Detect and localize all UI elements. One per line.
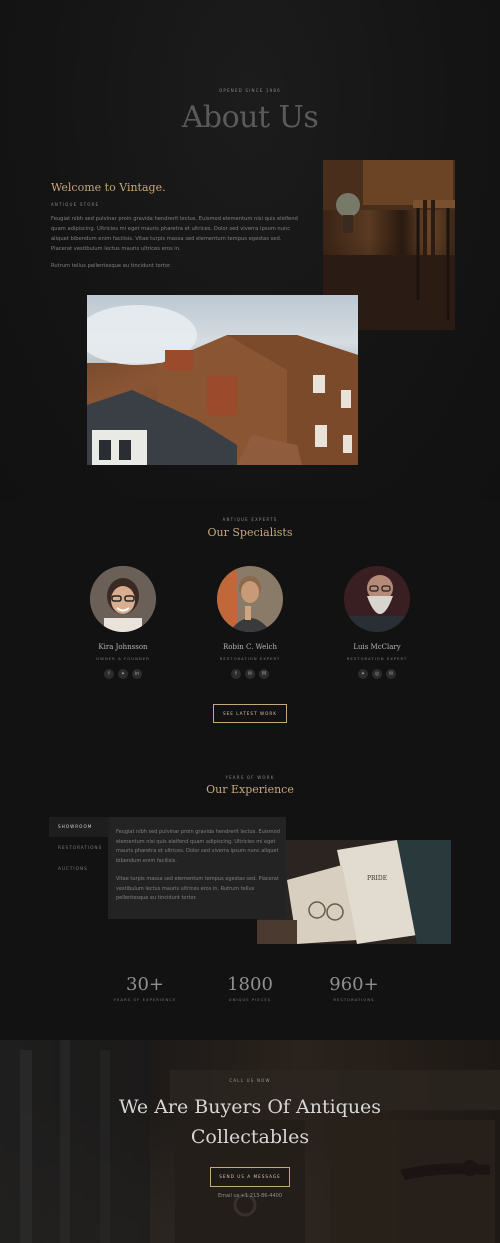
social-links: f ✦ in xyxy=(83,669,163,679)
stat-label: RESTORATIONS xyxy=(333,997,375,1002)
avatar xyxy=(217,566,283,632)
experience-eyebrow: YEARS OF WORK xyxy=(225,775,275,780)
avatar-illustration xyxy=(90,566,156,632)
specialist-role: RESTORATION EXPERT xyxy=(346,656,408,661)
specialist-card: Luis McClary RESTORATION EXPERT ✦ ◎ ✉ xyxy=(337,566,417,679)
specialist-name: Kira Johnsson xyxy=(98,643,148,651)
experience-title: Our Experience xyxy=(206,783,294,796)
facebook-icon[interactable]: f xyxy=(104,669,114,679)
specialist-role: RESTORATION EXPERT xyxy=(219,656,281,661)
stat-item: 960+ RESTORATIONS xyxy=(304,974,404,1002)
specialist-name: Robin C. Welch xyxy=(223,643,277,651)
welcome-eyebrow: ANTIQUE STORE xyxy=(51,202,100,207)
experience-paragraph: Feugiat nibh sed pulvinar proin gravida … xyxy=(116,829,280,864)
books-illustration: PRIDE xyxy=(257,840,451,944)
books-photo: PRIDE xyxy=(257,840,451,944)
stat-item: 30+ YEARS OF EXPERIENCE xyxy=(95,974,195,1002)
twitter-icon[interactable]: ✦ xyxy=(118,669,128,679)
stat-label: UNIQUE PIECES xyxy=(228,997,272,1002)
specialists-title: Our Specialists xyxy=(207,526,293,539)
welcome-paragraph: Feugiat nibh sed pulvinar proin gravida … xyxy=(51,216,298,252)
stat-label: YEARS OF EXPERIENCE xyxy=(113,997,177,1002)
email-icon[interactable]: ✉ xyxy=(245,669,255,679)
about-eyebrow: OPENED SINCE 1986 xyxy=(219,88,281,93)
building-illustration xyxy=(87,305,358,465)
specialists-eyebrow: ANTIQUE EXPERTS xyxy=(222,517,278,522)
tab-restorations[interactable]: RESTORATIONS xyxy=(49,837,109,858)
cta-title-line-1: We Are Buyers Of Antiques xyxy=(118,1096,382,1118)
twitter-icon[interactable]: ✦ xyxy=(358,669,368,679)
stat-item: 1800 UNIQUE PIECES xyxy=(200,974,300,1002)
avatar xyxy=(344,566,410,632)
dribbble-icon[interactable]: ◎ xyxy=(372,669,382,679)
cta-eyebrow: CALL US NOW xyxy=(229,1078,271,1083)
avatar xyxy=(90,566,156,632)
svg-text:PRIDE: PRIDE xyxy=(367,875,387,882)
stat-value: 960+ xyxy=(329,974,379,995)
about-section: OPENED SINCE 1986 About Us Welcome to Vi… xyxy=(0,0,500,500)
send-message-button[interactable]: SEND US A MESSAGE xyxy=(210,1167,290,1187)
see-latest-work-button[interactable]: SEE LATEST WORK xyxy=(213,704,287,723)
experience-section: YEARS OF WORK Our Experience PRIDE Feugi… xyxy=(0,740,500,960)
tab-showroom[interactable]: SHOWROOM xyxy=(49,817,109,837)
stats-section: 30+ YEARS OF EXPERIENCE 1800 UNIQUE PIEC… xyxy=(0,960,500,1040)
specialist-card: Robin C. Welch RESTORATION EXPERT f ✉ M xyxy=(210,566,290,679)
specialist-role: OWNER & FOUNDER xyxy=(96,656,150,661)
social-links: ✦ ◎ ✉ xyxy=(337,669,417,679)
building-photo xyxy=(87,295,358,465)
cta-contact-text: Email us +1 213-86-4400 xyxy=(217,1193,283,1199)
experience-paragraph-2: Vitae turpis massa sed elementum tempus … xyxy=(116,876,279,901)
avatar-illustration xyxy=(344,566,410,632)
avatar-illustration xyxy=(217,566,283,632)
email-icon[interactable]: ✉ xyxy=(386,669,396,679)
page-title: About Us xyxy=(181,100,319,135)
cta-section: CALL US NOW We Are Buyers Of Antiques Co… xyxy=(0,1040,500,1243)
experience-card: Feugiat nibh sed pulvinar proin gravida … xyxy=(108,817,286,919)
welcome-paragraph-2: Rutrum tellus pellentesque eu tincidunt … xyxy=(51,263,172,269)
specialists-section: ANTIQUE EXPERTS Our Specialists Kira Joh… xyxy=(0,500,500,740)
experience-tabs: SHOWROOM RESTORATIONS AUCTIONS xyxy=(49,817,109,879)
social-links: f ✉ M xyxy=(210,669,290,679)
cta-title-line-2: Collectables xyxy=(190,1126,310,1148)
tab-auctions[interactable]: AUCTIONS xyxy=(49,858,109,879)
linkedin-icon[interactable]: in xyxy=(132,669,142,679)
specialist-card: Kira Johnsson OWNER & FOUNDER f ✦ in xyxy=(83,566,163,679)
stat-value: 1800 xyxy=(227,974,273,995)
specialist-name: Luis McClary xyxy=(353,643,401,651)
facebook-icon[interactable]: f xyxy=(231,669,241,679)
stat-value: 30+ xyxy=(126,974,164,995)
medium-icon[interactable]: M xyxy=(259,669,269,679)
welcome-title: Welcome to Vintage. xyxy=(51,181,166,194)
